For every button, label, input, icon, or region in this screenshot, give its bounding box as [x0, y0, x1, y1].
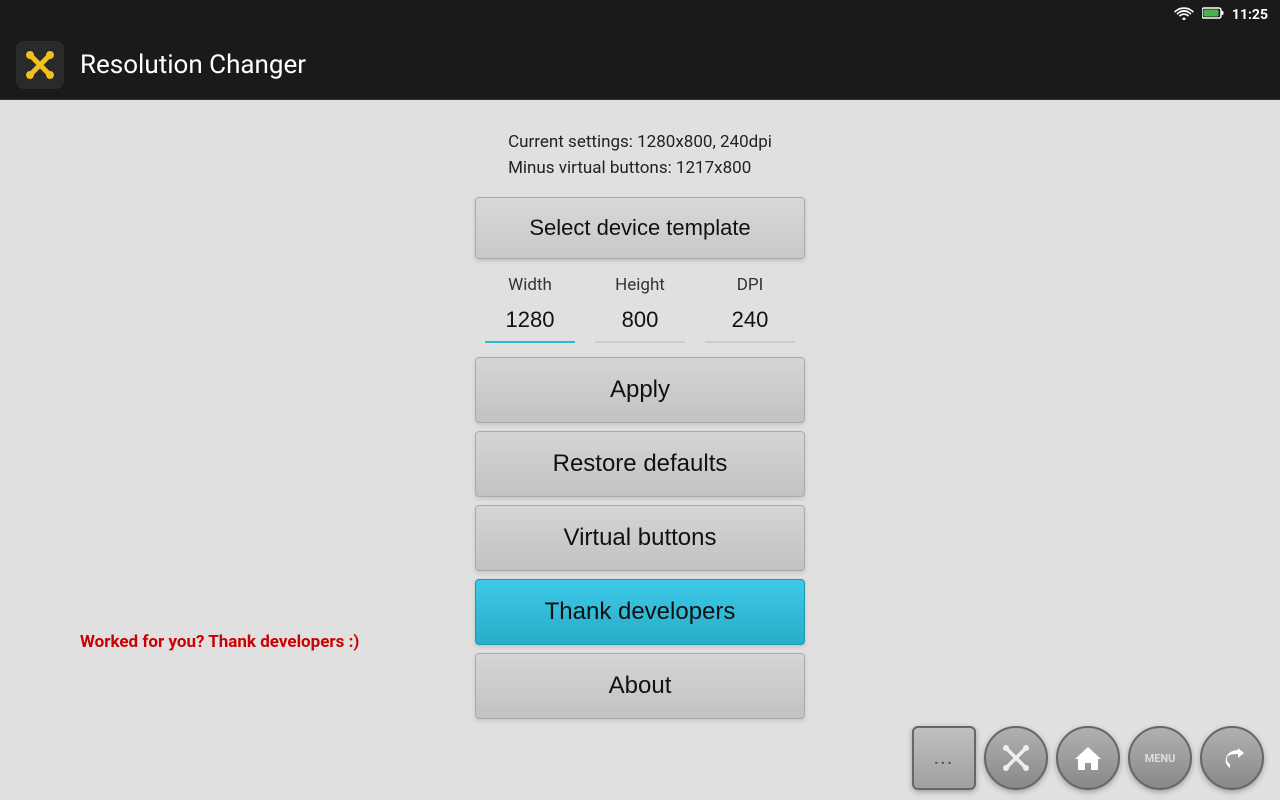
back-button[interactable] — [1200, 726, 1264, 790]
info-text: Current settings: 1280x800, 240dpi Minus… — [508, 130, 772, 181]
app-icon — [16, 41, 64, 89]
height-label: Height — [615, 275, 665, 295]
menu-button[interactable]: MENU — [1128, 726, 1192, 790]
menu-label: MENU — [1145, 752, 1176, 765]
status-bar: 11:25 — [0, 0, 1280, 30]
app-bar: Resolution Changer — [0, 30, 1280, 100]
height-input[interactable] — [595, 299, 685, 343]
home-button[interactable] — [1056, 726, 1120, 790]
thank-developers-button[interactable]: Thank developers — [475, 579, 805, 645]
app-title: Resolution Changer — [80, 50, 306, 80]
status-time: 11:25 — [1232, 7, 1268, 23]
cross-button[interactable] — [984, 726, 1048, 790]
thank-label: Worked for you? Thank developers :) — [80, 632, 359, 652]
cross-icon — [1001, 743, 1031, 773]
center-panel: Select device template Width Height DPI … — [475, 197, 805, 727]
width-label: Width — [508, 275, 552, 295]
dimension-input-row: Width Height DPI — [475, 275, 805, 343]
main-content: Current settings: 1280x800, 240dpi Minus… — [0, 100, 1280, 800]
recent-apps-button[interactable]: ... — [912, 726, 976, 790]
restore-defaults-button[interactable]: Restore defaults — [475, 431, 805, 497]
width-input[interactable] — [485, 299, 575, 343]
home-icon — [1073, 743, 1103, 773]
dpi-label: DPI — [737, 275, 764, 295]
dots-icon: ... — [934, 749, 954, 768]
current-settings: Current settings: 1280x800, 240dpi — [508, 130, 772, 156]
dpi-input[interactable] — [705, 299, 795, 343]
apply-button[interactable]: Apply — [475, 357, 805, 423]
virtual-buttons-button[interactable]: Virtual buttons — [475, 505, 805, 571]
about-button[interactable]: About — [475, 653, 805, 719]
select-device-template-button[interactable]: Select device template — [475, 197, 805, 259]
dpi-col: DPI — [695, 275, 805, 343]
minus-virtual: Minus virtual buttons: 1217x800 — [508, 156, 772, 182]
height-col: Height — [585, 275, 695, 343]
back-icon — [1218, 744, 1246, 772]
width-col: Width — [475, 275, 585, 343]
nav-bar: ... MENU — [896, 716, 1280, 800]
wifi-icon — [1174, 6, 1194, 24]
battery-icon — [1202, 7, 1224, 23]
